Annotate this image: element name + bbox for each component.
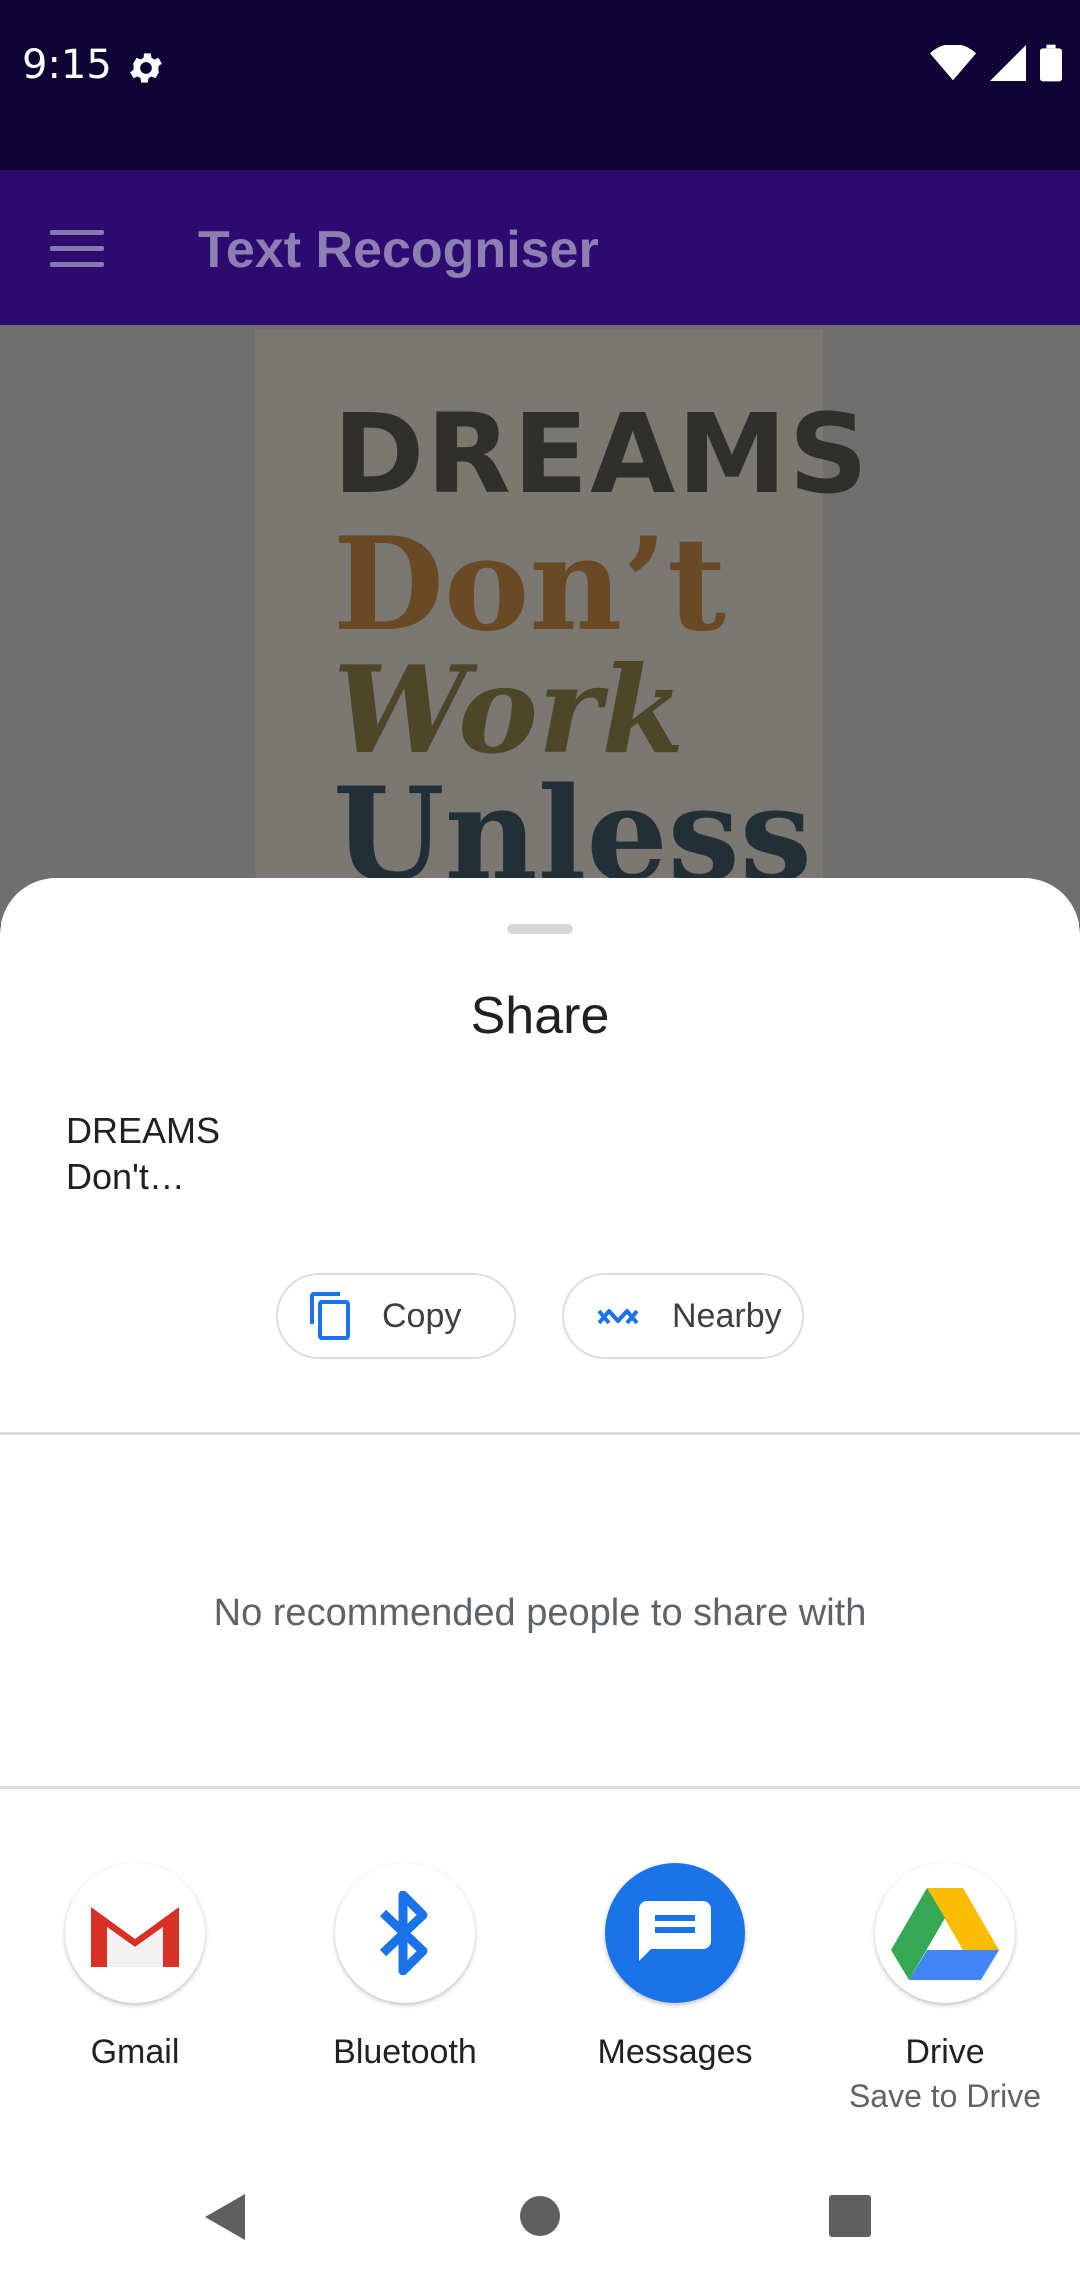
sheet-drag-handle[interactable] — [507, 924, 573, 934]
share-sheet: Share DREAMS Don't… Copy Nearby No recom… — [0, 878, 1080, 2280]
bluetooth-icon — [335, 1863, 475, 2003]
gmail-icon — [65, 1863, 205, 2003]
divider — [0, 1432, 1080, 1435]
copy-button[interactable]: Copy — [276, 1273, 516, 1359]
signal-icon — [990, 45, 1026, 81]
status-bar: 9:15 — [0, 0, 1080, 170]
home-icon[interactable] — [519, 2195, 561, 2237]
app-label: Drive — [905, 2033, 985, 2071]
image-text-line: Don’t — [333, 510, 727, 660]
main-content: DREAMS Don’t Work Unless — [0, 325, 1080, 930]
nearby-share-icon — [596, 1303, 642, 1329]
back-icon[interactable] — [205, 2194, 245, 2240]
app-label: Messages — [597, 2033, 753, 2071]
app-label: Gmail — [90, 2033, 180, 2071]
share-target-gmail[interactable]: Gmail — [0, 1863, 270, 2072]
copy-icon — [310, 1292, 352, 1340]
app-title: Text Recogniser — [198, 221, 599, 279]
no-recommended-people-text: No recommended people to share with — [213, 1592, 867, 1634]
recents-icon[interactable] — [829, 2195, 871, 2237]
status-time: 9:15 — [22, 42, 112, 88]
share-target-drive[interactable]: Drive Save to Drive — [810, 1863, 1080, 2115]
hamburger-menu-icon[interactable] — [50, 230, 104, 267]
share-preview-text: DREAMS Don't… — [66, 1110, 221, 1197]
app-sublabel: Save to Drive — [848, 2078, 1042, 2114]
share-sheet-title: Share — [470, 987, 610, 1045]
image-text-line: DREAMS — [333, 390, 870, 518]
settings-icon — [130, 53, 162, 83]
nearby-label: Nearby — [672, 1296, 782, 1335]
divider — [0, 1786, 1080, 1789]
battery-icon — [1040, 44, 1062, 82]
share-target-bluetooth[interactable]: Bluetooth — [270, 1863, 540, 2072]
drive-icon — [875, 1863, 1015, 2003]
app-bar: Text Recogniser — [0, 170, 1080, 325]
nearby-share-button[interactable]: Nearby — [562, 1273, 804, 1359]
recognized-image: DREAMS Don’t Work Unless — [255, 330, 868, 930]
navigation-bar — [0, 2150, 1080, 2280]
share-target-messages[interactable]: Messages — [540, 1863, 810, 2072]
copy-label: Copy — [382, 1296, 462, 1335]
messages-icon — [605, 1863, 745, 2003]
app-label: Bluetooth — [333, 2033, 477, 2071]
wifi-icon — [930, 45, 976, 81]
